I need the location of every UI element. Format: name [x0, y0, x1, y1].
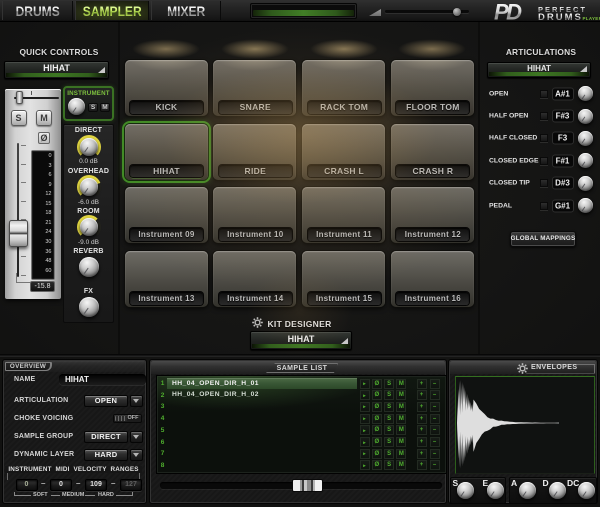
svg-text:PD: PD: [494, 1, 522, 21]
